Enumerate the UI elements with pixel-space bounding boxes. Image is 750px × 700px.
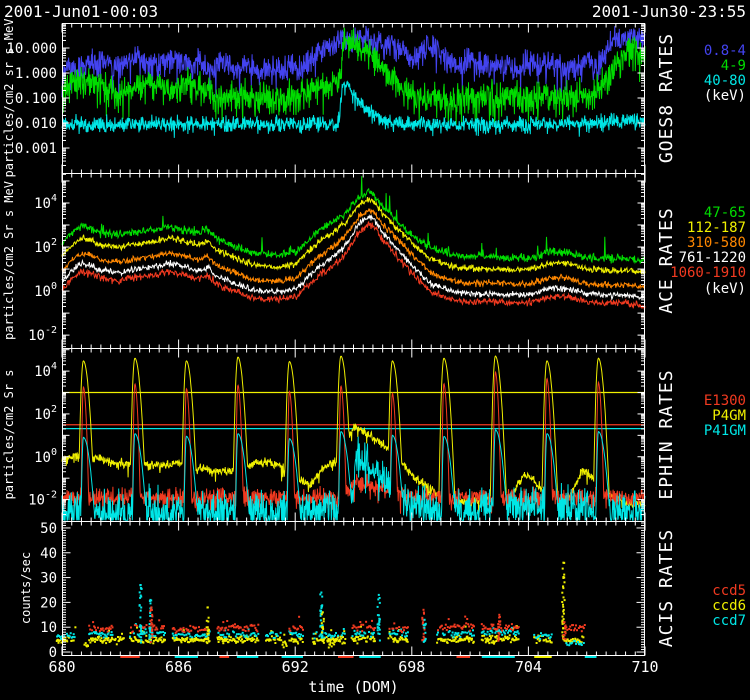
y-axis-title: particles/cm2 Sr s MeV [2,181,16,340]
y-tick-label: 0.001 [15,141,57,157]
legend-310-580: 310-580 [687,235,746,251]
panel-ace: 104 102 100 10-2 particles/cm2 Sr s MeV ACE R… [2,174,746,349]
x-tick-label: 686 [165,658,192,676]
legend--keV-: (keV) [704,88,746,104]
legend-P4GM: P4GM [712,408,746,424]
y-axis-title: particles/cm2 Sr s [2,369,16,499]
y-tick-label: 50 [40,521,57,537]
legend-ccd5: ccd5 [712,583,746,599]
panel-title-acis: ACIS RATES [656,529,677,647]
y-axis-title: counts/sec [19,552,33,624]
legend-761-1220: 761-1220 [679,250,746,266]
legend-ccd6: ccd6 [712,598,746,614]
y-tick-label: 40 [40,546,57,562]
panel-goes8: 10.0001.0000.1000.0100.001particles/cm2 … [2,19,746,178]
chart-svg: 10.0001.0000.1000.0100.001particles/cm2 … [0,0,750,700]
legend-1060-1910: 1060-1910 [670,265,746,281]
bottom-mark [237,656,258,658]
legend-0-8-4: 0.8-4 [704,43,746,59]
axis-ticks [62,174,645,349]
y-tick-label: 10 [40,620,57,636]
y-tick-label: 0.100 [15,91,57,107]
y-tick-label: 100 [34,281,57,300]
y-tick-label: 104 [34,193,57,212]
legend-40-80: 40-80 [704,73,746,89]
bottom-mark [359,656,380,658]
legend-ccd7: ccd7 [712,613,746,629]
series-112-187 [62,197,645,274]
legend--keV-: (keV) [704,281,746,297]
series-47-65 [62,176,645,263]
y-tick-label: 102 [34,237,57,256]
y-tick-label: 10-2 [28,325,57,344]
y-tick-label: 104 [34,361,57,380]
x-tick-label: 698 [398,658,425,676]
x-tick-label: 692 [282,658,309,676]
panel-title-goes8: GOES8 RATES [656,33,677,163]
bottom-mark [338,656,354,658]
panel-ephin: 104 102 100 10-2 particles/cm2 Sr s EPHIN RAT… [2,349,746,522]
x-axis-labels: 680 686 692 698 704 710 [48,658,658,676]
y-tick-label: 1.000 [15,66,57,82]
legend-E1300: E1300 [704,393,746,409]
x-tick-label: 680 [48,658,75,676]
y-tick-label: 102 [34,404,57,423]
y-tick-label: 10-2 [28,490,57,509]
panel-title-ephin: EPHIN RATES [656,369,677,499]
x-tick-label: 710 [631,658,658,676]
y-tick-label: 0.010 [15,116,57,132]
y-tick-label: 100 [34,447,57,466]
legend-47-65: 47-65 [704,205,746,221]
bottom-mark [457,656,471,658]
series-761-1220 [62,215,645,299]
radiation-monitor-plot: 2001-Jun01-00:03 2001-Jun30-23:55 10.000… [0,0,750,700]
x-axis-title: time (DOM) [62,678,645,696]
y-axis-title: particles/cm2 sr s MeV [2,19,16,178]
x-tick-label: 704 [515,658,542,676]
legend-112-187: 112-187 [687,220,746,236]
bottom-mark [219,656,229,658]
bottom-mark [585,656,597,658]
y-tick-label: 30 [40,571,57,587]
panel-acis: 50403020100counts/secACIS RATESccd5ccd6c… [19,521,746,661]
panel-frame [63,174,645,349]
panel-title-ace: ACE RATES [656,207,677,314]
legend-P41GM: P41GM [704,423,746,439]
series-P41GM [62,430,645,520]
legend-4-9: 4-9 [721,58,746,74]
bottom-mark [120,656,139,658]
y-tick-label: 20 [40,595,57,611]
bottom-mark [482,656,515,658]
